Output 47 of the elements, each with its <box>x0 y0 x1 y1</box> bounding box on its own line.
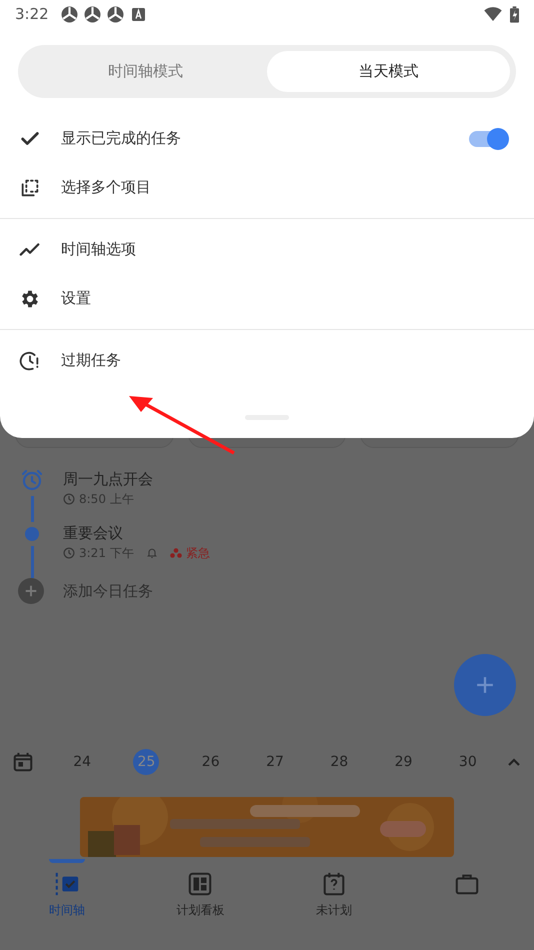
clock-icon <box>63 547 75 559</box>
wifi-icon <box>484 7 502 21</box>
mode-tab[interactable]: 当天模式 <box>267 51 510 92</box>
date-button[interactable]: 29 <box>390 749 417 775</box>
menu-item[interactable]: 显示已完成的任务 <box>0 114 534 163</box>
plus-icon <box>476 676 494 694</box>
add-task-button[interactable] <box>18 578 44 604</box>
keyboard-notification-icon <box>132 8 145 20</box>
menu-label: 过期任务 <box>61 350 121 372</box>
timeline-line <box>30 546 34 578</box>
nav-tab[interactable]: 未计划 <box>267 859 400 922</box>
menu-item[interactable]: 设置 <box>0 274 534 323</box>
app-notification-icon <box>60 6 78 22</box>
status-time: 3:22 <box>15 4 49 25</box>
app-notification-icon <box>84 6 101 22</box>
battery-charging-icon <box>510 6 519 22</box>
menu-item[interactable]: 选择多个项目 <box>0 163 534 212</box>
date-button[interactable]: 26 <box>198 749 224 775</box>
menu-label: 显示已完成的任务 <box>61 128 181 150</box>
plus-icon <box>24 584 38 598</box>
menu-item[interactable]: 过期任务 <box>0 336 534 385</box>
timeline-line <box>30 496 34 522</box>
nav-tab[interactable]: 时间轴 <box>0 859 134 922</box>
task-title[interactable]: 重要会议 <box>63 522 210 544</box>
menu-item[interactable]: 时间轴选项 <box>0 225 534 274</box>
clock-alert-icon <box>19 350 41 372</box>
calendar-question-icon <box>320 871 347 897</box>
menu-label: 设置 <box>61 288 91 310</box>
app-notification-icon <box>106 6 124 22</box>
priority-dots-icon <box>170 548 182 558</box>
priority-label: 紧急 <box>186 545 210 562</box>
calendar-icon[interactable] <box>12 751 34 773</box>
alarm-clock-icon <box>20 468 44 492</box>
date-button[interactable]: 30 <box>454 749 481 775</box>
task-title[interactable]: 周一九点开会 <box>63 468 153 490</box>
date-button[interactable]: 27 <box>262 749 288 775</box>
mode-tab[interactable]: 时间轴模式 <box>24 51 267 92</box>
board-icon <box>187 871 214 897</box>
add-task-label[interactable]: 添加今日任务 <box>63 580 153 602</box>
menu-label: 时间轴选项 <box>61 239 136 260</box>
clock-icon <box>63 493 75 505</box>
date-button[interactable]: 24 <box>69 749 96 775</box>
nav-tab[interactable]: 计划看板 <box>134 859 267 922</box>
timeline-check-icon <box>54 871 80 897</box>
date-button[interactable]: 25 <box>133 749 160 775</box>
menu-label: 选择多个项目 <box>61 177 151 198</box>
date-button[interactable]: 28 <box>326 749 352 775</box>
